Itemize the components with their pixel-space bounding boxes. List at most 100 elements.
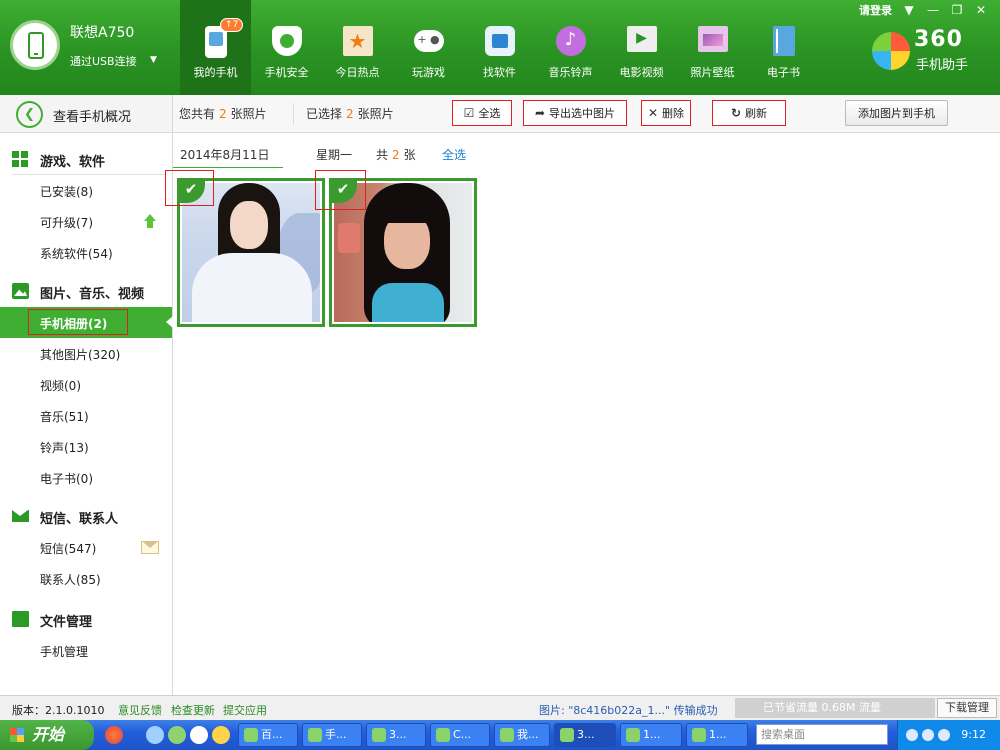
- device-info[interactable]: 联想A750 通过USB连接 ▼: [0, 0, 172, 95]
- sidebar-item-upgradable[interactable]: 可升级(7): [0, 206, 172, 237]
- tab-label: 手机安全: [264, 66, 309, 79]
- tab-video[interactable]: 电影视频: [606, 0, 677, 95]
- sidebar-item-ebook[interactable]: 电子书(0): [0, 462, 172, 493]
- device-name: 联想A750: [70, 25, 135, 41]
- sidebar-item-other-images[interactable]: 其他图片(320): [0, 338, 172, 369]
- menu-icon[interactable]: ▼: [902, 3, 916, 17]
- login-link[interactable]: 请登录: [859, 2, 892, 18]
- close-icon[interactable]: ✕: [974, 3, 988, 17]
- desktop-search-input[interactable]: 搜索桌面: [756, 724, 888, 745]
- minimize-icon[interactable]: —: [926, 3, 940, 17]
- sidebar-item-phone-album[interactable]: 手机相册(2): [0, 307, 173, 338]
- photo-thumbnail[interactable]: ✔: [177, 178, 325, 327]
- quick-launch-icon[interactable]: [168, 726, 186, 744]
- chevron-down-icon[interactable]: ▼: [150, 55, 157, 65]
- sidebar-item-label: 短信(547): [40, 542, 97, 556]
- quick-launch-icon[interactable]: [212, 726, 230, 744]
- grid-icon: [12, 151, 29, 167]
- add-photos-button[interactable]: 添加图片到手机: [845, 100, 948, 126]
- download-manager-button[interactable]: 下载管理: [937, 698, 997, 718]
- select-all-link[interactable]: 全选: [442, 146, 466, 163]
- tab-my-phone[interactable]: ↑7 我的手机: [180, 0, 251, 95]
- photo-image: [334, 183, 472, 322]
- sidebar-item-phone-manager[interactable]: 手机管理: [0, 635, 172, 666]
- device-connection: 通过USB连接: [70, 55, 137, 68]
- sidebar-item-label: 手机相册(2): [40, 317, 108, 331]
- sidebar-item-label: 音乐(51): [40, 410, 89, 424]
- select-all-button[interactable]: ☑ 全选: [452, 100, 512, 126]
- close-icon: ✕: [647, 106, 659, 120]
- image-icon: [12, 283, 29, 299]
- taskbar-item[interactable]: 手...: [302, 723, 362, 747]
- software-bag-icon: [484, 26, 515, 56]
- tab-wallpaper[interactable]: 照片壁纸: [677, 0, 748, 95]
- taskbar-item[interactable]: 1...: [620, 723, 682, 747]
- group-file-management: 文件管理: [0, 602, 172, 635]
- taskbar-item[interactable]: 3...: [554, 723, 616, 747]
- restore-icon[interactable]: ❐: [950, 3, 964, 17]
- quick-launch-icon[interactable]: [146, 726, 164, 744]
- sidebar-item-system-software[interactable]: 系统软件(54): [0, 237, 172, 268]
- tab-ebook[interactable]: 电子书: [748, 0, 819, 95]
- tab-label: 今日热点: [335, 66, 380, 79]
- date-group-header: 2014年8月11日 星期一 共2张 全选: [173, 146, 1000, 168]
- sidebar-item-label: 视频(0): [40, 379, 81, 393]
- tab-label: 我的手机: [193, 66, 238, 79]
- sidebar-item-contacts[interactable]: 联系人(85): [0, 563, 172, 594]
- taskbar-item[interactable]: 1...: [686, 723, 748, 747]
- quick-launch-icon[interactable]: [105, 726, 123, 744]
- app-header: 联想A750 通过USB连接 ▼ ↑7 我的手机 手机安全 今日热点 玩游戏 找…: [0, 0, 1000, 95]
- phone-overview-button[interactable]: ❮ 查看手机概况: [0, 95, 172, 133]
- start-button[interactable]: 开始: [0, 720, 94, 750]
- delete-button[interactable]: ✕ 删除: [641, 100, 691, 126]
- taskbar-item[interactable]: 我...: [494, 723, 550, 747]
- weekday-label: 星期一: [316, 148, 353, 162]
- photo-thumbnail[interactable]: ✔: [329, 178, 477, 327]
- sidebar-item-installed[interactable]: 已安装(8): [0, 175, 172, 206]
- sidebar-item-label: 系统软件(54): [40, 247, 113, 261]
- divider: [173, 167, 283, 168]
- clock: 9:12: [961, 728, 986, 741]
- taskbar-item[interactable]: C...: [430, 723, 490, 747]
- tab-label: 电子书: [767, 66, 800, 79]
- sidebar-item-music[interactable]: 音乐(51): [0, 400, 172, 431]
- sidebar-item-video[interactable]: 视频(0): [0, 369, 172, 400]
- tray-icon[interactable]: [906, 729, 918, 741]
- tab-security[interactable]: 手机安全: [251, 0, 322, 95]
- check-update-link[interactable]: 检查更新: [171, 702, 215, 718]
- count-suffix: 张: [403, 148, 416, 162]
- image-detail: [192, 253, 312, 322]
- transfer-status: 图片: "8c416b022a_1..." 传输成功: [539, 704, 718, 717]
- total-prefix: 您共有: [179, 107, 216, 121]
- image-detail: [338, 223, 360, 253]
- toolbar: 您共有 2 张照片 已选择 2 张照片 ☑ 全选 ➦ 导出选中图片 ✕ 删除 ↻ 刷新 添加图片…: [173, 95, 1000, 133]
- photo-image: [182, 183, 320, 322]
- sidebar-item-sms[interactable]: 短信(547): [0, 532, 172, 563]
- envelope-icon: [12, 510, 29, 522]
- tab-label: 音乐铃声: [548, 66, 593, 79]
- export-selected-button[interactable]: ➦ 导出选中图片: [523, 100, 627, 126]
- feedback-link[interactable]: 意见反馈: [118, 702, 162, 718]
- tray-icon[interactable]: [922, 729, 934, 741]
- group-title: 图片、音乐、视频: [40, 287, 145, 302]
- logo: 360 手机助手: [872, 27, 992, 75]
- tab-music[interactable]: 音乐铃声: [535, 0, 606, 95]
- main-nav: ↑7 我的手机 手机安全 今日热点 玩游戏 找软件 音乐铃声 电影视频: [180, 0, 819, 95]
- button-label: 删除: [662, 107, 685, 120]
- button-label: 导出选中图片: [549, 107, 616, 120]
- logo-text: 360: [914, 27, 963, 52]
- taskbar-item[interactable]: 百...: [238, 723, 298, 747]
- total-suffix: 张照片: [230, 107, 267, 121]
- refresh-button[interactable]: ↻ 刷新: [712, 100, 786, 126]
- tab-games[interactable]: 玩游戏: [393, 0, 464, 95]
- quick-launch-icon[interactable]: [190, 726, 208, 744]
- group-title: 短信、联系人: [40, 512, 119, 527]
- submit-app-link[interactable]: 提交应用: [223, 702, 267, 718]
- taskbar-item[interactable]: 3...: [366, 723, 426, 747]
- gamepad-icon: [413, 30, 444, 52]
- tab-software[interactable]: 找软件: [464, 0, 535, 95]
- button-label: 刷新: [745, 107, 768, 120]
- sidebar-item-ringtone[interactable]: 铃声(13): [0, 431, 172, 462]
- tray-icon[interactable]: [938, 729, 950, 741]
- tab-hot-today[interactable]: 今日热点: [322, 0, 393, 95]
